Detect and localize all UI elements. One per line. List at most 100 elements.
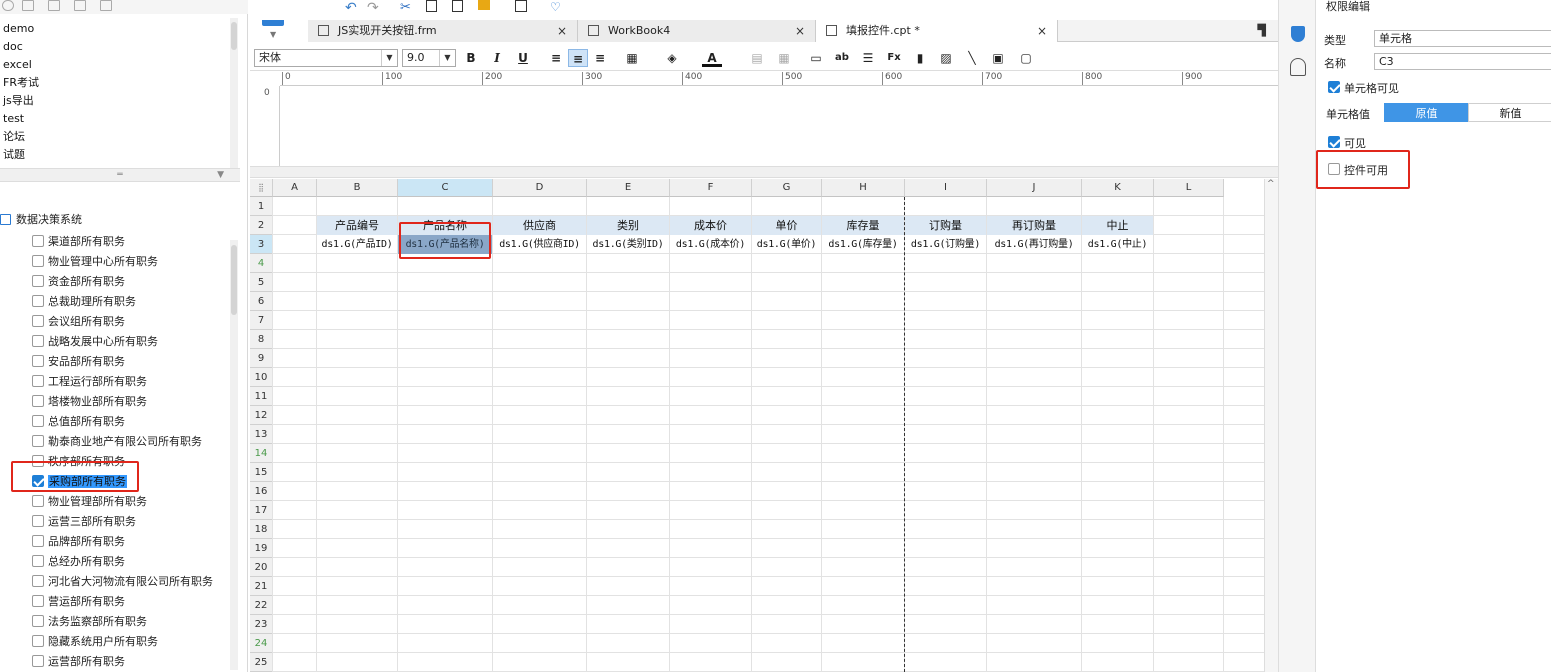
search-icon[interactable] (515, 0, 527, 12)
file-item[interactable]: FR考试 (0, 74, 230, 92)
role-checkbox[interactable] (32, 535, 44, 547)
column-header[interactable]: F (670, 179, 752, 197)
tree-item[interactable]: 资金部所有职务 (0, 272, 230, 292)
data-cell[interactable]: ds1.G(订购量) (905, 235, 986, 254)
role-checkbox[interactable] (32, 295, 44, 307)
header-cell[interactable]: 订购量 (905, 216, 986, 235)
new-value-tab[interactable]: 新值 (1468, 103, 1551, 122)
subreport-icon[interactable]: ▣ (988, 49, 1008, 67)
role-checkbox[interactable] (32, 355, 44, 367)
file-item[interactable]: demo (0, 20, 230, 38)
name-field[interactable]: C3 (1374, 53, 1551, 70)
role-checkbox[interactable] (32, 555, 44, 567)
tree-item[interactable]: 隐藏系统用户所有职务 (0, 632, 230, 652)
row-header[interactable]: 8 (250, 330, 273, 349)
widget-icon[interactable]: ▢ (1016, 49, 1036, 67)
data-cell[interactable]: ds1.G(成本价) (670, 235, 751, 254)
row-header[interactable]: 13 (250, 425, 273, 444)
tree-item[interactable]: 安品部所有职务 (0, 352, 230, 372)
original-value-tab[interactable]: 原值 (1384, 103, 1469, 122)
shield-icon[interactable]: ♡ (550, 0, 561, 14)
row-header[interactable]: 23 (250, 615, 273, 634)
tree-item[interactable]: 物业管理部所有职务 (0, 492, 230, 512)
column-header[interactable]: A (273, 179, 317, 197)
file-list-scrollbar[interactable] (230, 18, 238, 168)
tree-scrollbar[interactable] (230, 240, 238, 670)
column-header[interactable]: H (822, 179, 905, 197)
font-size-select[interactable]: 9.0 ▼ (402, 49, 456, 67)
header-cell[interactable]: 再订购量 (987, 216, 1081, 235)
data-cell[interactable]: ds1.G(中止) (1082, 235, 1153, 254)
row-header[interactable]: 22 (250, 596, 273, 615)
role-checkbox[interactable] (32, 235, 44, 247)
column-header[interactable]: J (987, 179, 1082, 197)
format-painter-icon[interactable] (478, 0, 490, 10)
row-header[interactable]: 20 (250, 558, 273, 577)
close-icon[interactable]: × (1037, 20, 1047, 42)
column-header[interactable]: L (1154, 179, 1224, 197)
file-item[interactable]: js导出 (0, 92, 230, 110)
edit-icon[interactable] (48, 0, 60, 11)
role-checkbox[interactable] (32, 375, 44, 387)
panel-splitter[interactable]: ═ ▼ (0, 168, 240, 182)
header-cell[interactable]: 供应商 (493, 216, 586, 235)
tree-item[interactable]: 河北省大河物流有限公司所有职务 (0, 572, 230, 592)
sheet-splitter[interactable] (250, 166, 1278, 178)
tab-workbook4[interactable]: WorkBook4 × (578, 20, 816, 42)
role-checkbox[interactable] (32, 395, 44, 407)
file-item[interactable]: excel (0, 56, 230, 74)
row-header[interactable]: 15 (250, 463, 273, 482)
row-header[interactable]: 6 (250, 292, 273, 311)
tab-fill-widget[interactable]: 填报控件.cpt * × (816, 20, 1058, 42)
header-design-area[interactable] (280, 86, 1278, 166)
doc-icon[interactable] (22, 0, 34, 11)
copy-icon[interactable] (426, 0, 437, 12)
close-icon[interactable]: × (795, 20, 805, 42)
file-item[interactable]: test (0, 110, 230, 128)
align-left-icon[interactable]: ≡ (546, 49, 566, 67)
italic-button[interactable]: I (487, 49, 507, 67)
role-checkbox[interactable] (32, 275, 44, 287)
row-header[interactable]: 12 (250, 406, 273, 425)
dropdown-arrow-icon[interactable]: ▼ (270, 30, 276, 39)
tree-item[interactable]: 运营三部所有职务 (0, 512, 230, 532)
data-cell[interactable]: ds1.G(单价) (752, 235, 821, 254)
data-cell[interactable]: ds1.G(供应商ID) (493, 235, 586, 254)
data-cell[interactable]: ds1.G(产品ID) (317, 235, 397, 254)
data-cell[interactable]: ds1.G(库存量) (822, 235, 904, 254)
header-cell[interactable]: 库存量 (822, 216, 904, 235)
role-checkbox[interactable] (32, 635, 44, 647)
row-header[interactable]: 2 (250, 216, 273, 235)
column-header[interactable]: K (1082, 179, 1154, 197)
tree-item[interactable]: 营运部所有职务 (0, 592, 230, 612)
header-cell[interactable]: 类别 (587, 216, 669, 235)
role-checkbox[interactable] (32, 435, 44, 447)
user-icon[interactable] (1290, 58, 1306, 76)
role-checkbox[interactable] (32, 415, 44, 427)
row-header[interactable]: 19 (250, 539, 273, 558)
merge-icon[interactable]: ▤ (747, 49, 767, 67)
chart-icon[interactable]: ▮ (910, 49, 930, 67)
tree-item[interactable]: 勒泰商业地产有限公司所有职务 (0, 432, 230, 452)
align-center-icon[interactable]: ≡ (568, 49, 588, 67)
column-header[interactable]: B (317, 179, 398, 197)
role-checkbox[interactable] (32, 615, 44, 627)
tree-item[interactable]: 塔楼物业部所有职务 (0, 392, 230, 412)
column-header[interactable]: C (398, 179, 493, 197)
refresh-icon[interactable] (2, 0, 14, 11)
column-header[interactable]: I (905, 179, 987, 197)
header-cell[interactable]: 成本价 (670, 216, 751, 235)
paragraph-icon[interactable]: ☰ (858, 49, 878, 67)
tree-item[interactable]: 物业管理中心所有职务 (0, 252, 230, 272)
slash-icon[interactable]: ╲ (962, 49, 982, 67)
role-checkbox[interactable] (32, 255, 44, 267)
tree-item[interactable]: 战略发展中心所有职务 (0, 332, 230, 352)
tab-menu-icon[interactable]: ▜ (1258, 24, 1266, 37)
border-icon[interactable]: ▦ (622, 49, 642, 67)
role-checkbox[interactable] (32, 315, 44, 327)
cell-visible-checkbox[interactable] (1328, 81, 1340, 93)
tree-item[interactable]: 会议组所有职务 (0, 312, 230, 332)
tree-item[interactable]: 总经办所有职务 (0, 552, 230, 572)
row-header[interactable]: 9 (250, 349, 273, 368)
row-header[interactable]: 3 (250, 235, 273, 254)
